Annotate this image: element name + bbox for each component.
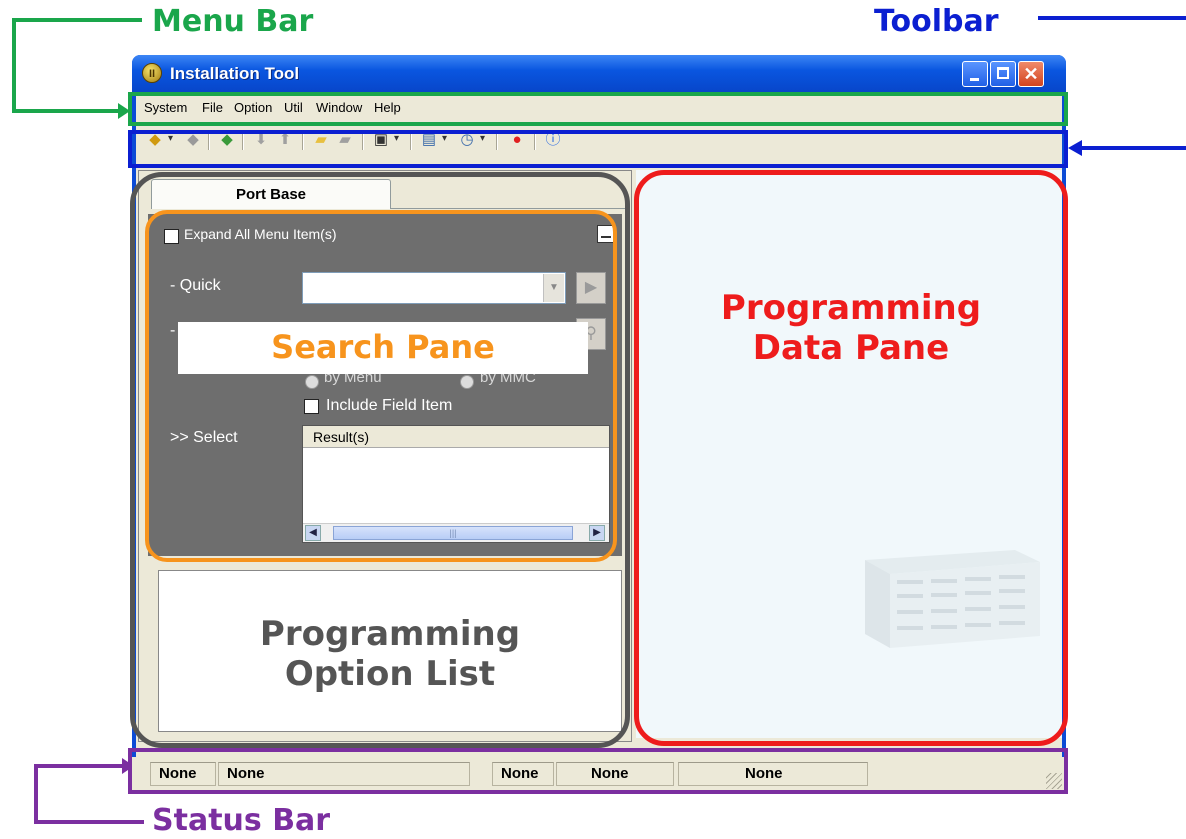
status-bar-connector <box>34 764 124 768</box>
installation-tool-icon: II <box>142 63 162 83</box>
maximize-icon <box>997 67 1009 79</box>
toolbar-connector <box>1038 16 1186 20</box>
toolbar-annotation: Toolbar <box>874 4 999 39</box>
menu-bar-connector <box>12 18 142 22</box>
toolbar-highlight <box>128 130 1068 168</box>
programming-data-pane-highlight <box>634 170 1068 746</box>
minimize-button[interactable] <box>962 61 988 87</box>
menu-bar-connector <box>12 109 122 113</box>
close-icon: ✕ <box>1023 64 1039 84</box>
window-title: Installation Tool <box>170 64 300 83</box>
close-button[interactable]: ✕ <box>1018 61 1044 87</box>
status-bar-annotation: Status Bar <box>152 803 331 838</box>
title-bar[interactable]: II Installation Tool ✕ <box>132 55 1066 93</box>
menu-bar-connector <box>12 18 16 113</box>
search-pane-highlight <box>145 210 617 562</box>
menu-bar-highlight <box>128 92 1068 126</box>
menu-bar-annotation: Menu Bar <box>152 4 314 39</box>
toolbar-arrowhead <box>1068 140 1082 156</box>
minimize-icon <box>970 78 979 81</box>
status-bar-highlight <box>128 748 1068 794</box>
status-bar-connector <box>34 820 144 824</box>
status-bar-connector <box>34 764 38 824</box>
maximize-button[interactable] <box>990 61 1016 87</box>
toolbar-connector <box>1082 146 1186 150</box>
